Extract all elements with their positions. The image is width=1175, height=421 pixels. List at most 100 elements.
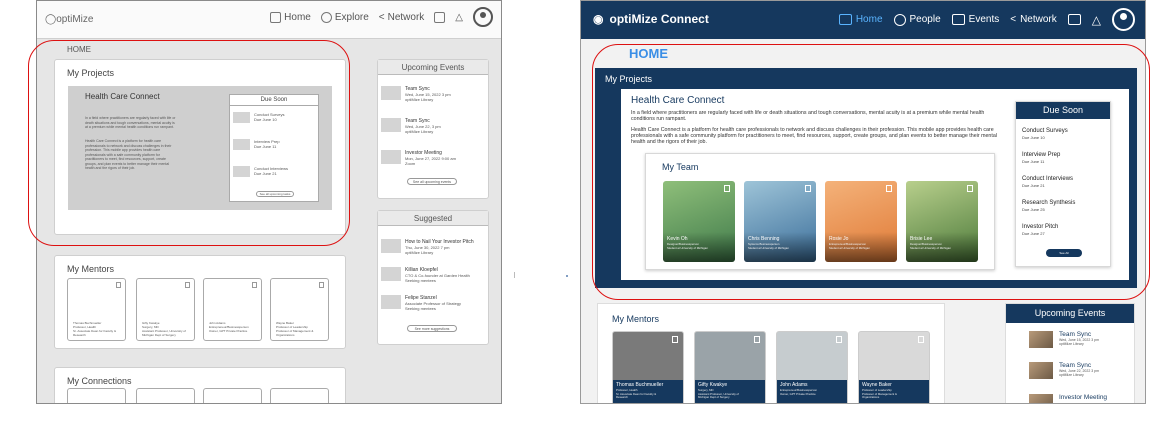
wireframe-my-connections-card: My Connections — [54, 367, 346, 403]
mentor-card[interactable]: Wayne Baker Professor of Leadership Profes… — [270, 278, 329, 341]
suggested-item[interactable]: How to Nail Your Investor Pitch Thu, June… — [381, 239, 474, 255]
member-school: Student at University of Michigan — [910, 245, 951, 250]
bookmark-icon[interactable] — [836, 336, 842, 343]
compass-icon — [320, 11, 332, 23]
see-more-suggestions-button[interactable]: See more suggestions — [407, 325, 457, 332]
event-item[interactable]: Team Sync Wed, June 15, 2022 3 pm optiMize… — [381, 86, 451, 102]
connection-card[interactable] — [136, 388, 195, 403]
due-item[interactable]: Interview Prep Due June 11 — [233, 139, 280, 150]
task-name: Investor Pitch — [1022, 224, 1059, 230]
connection-card[interactable] — [67, 388, 126, 403]
due-soon-panel: Due Soon Conduct Surveys Due June 10 Inte… — [229, 94, 319, 202]
my-mentors-title: My Mentors — [612, 314, 660, 324]
wireframe-my-projects-card: My Projects Health Care Connect In a fie… — [54, 59, 346, 235]
due-item[interactable]: Investor Pitch Due June 27 — [1022, 224, 1058, 236]
profile-avatar-icon[interactable] — [1112, 8, 1135, 31]
team-member-card[interactable]: Brisie Lee Designer/Businessperson Student… — [906, 181, 978, 262]
see-all-button[interactable]: See All — [1046, 249, 1082, 257]
profile-avatar-icon[interactable] — [473, 7, 493, 27]
bookmark-icon[interactable] — [252, 282, 257, 288]
bookmark-icon[interactable] — [185, 282, 190, 288]
team-member-card[interactable]: Chris Benning Systems Businessperson Stude… — [744, 181, 816, 262]
bookmark-icon[interactable] — [805, 185, 811, 192]
project-description-1: In a field where practitioners are regul… — [631, 110, 985, 123]
event-title: Investor Meeting — [1059, 394, 1108, 401]
upcoming-events-title: Upcoming Events — [1006, 304, 1134, 323]
event-item[interactable]: Team Sync Wed, June 22, 2022 3 pm optiMize… — [1029, 362, 1099, 379]
task-due: Due June 10 — [254, 117, 277, 122]
task-name: Research Synthesis — [1022, 200, 1076, 206]
mentor-card[interactable]: Gifty Kwakye Surgery, MD Assistant Profess… — [694, 331, 766, 403]
wireframe-nav-home[interactable]: Home — [270, 11, 311, 23]
due-item[interactable]: Conduct Surveys Due June 10 — [233, 112, 284, 123]
wireframe-logo[interactable]: ◯optiMize — [45, 14, 93, 25]
mentor-role: Michigan Dept of Surgery — [142, 333, 176, 337]
event-item[interactable]: Investor Meeting — [1029, 394, 1108, 403]
due-item[interactable]: Research Synthesis Due June 25 — [1022, 200, 1075, 212]
bookmark-icon[interactable] — [724, 185, 730, 192]
connection-card[interactable] — [203, 388, 262, 403]
bell-icon[interactable]: △ — [1092, 13, 1101, 27]
bookmark-icon[interactable] — [754, 336, 760, 343]
event-thumbnail — [1029, 394, 1053, 403]
event-thumbnail — [381, 118, 401, 132]
wireframe-my-mentors-card: My Mentors Thomas Buchmueller Professor, … — [54, 255, 346, 349]
due-item[interactable]: Conduct Interviews Due June 21 — [1022, 176, 1073, 188]
nav-network[interactable]: < Network — [1010, 14, 1057, 25]
see-all-events-button[interactable]: See all upcoming events — [407, 178, 457, 185]
nav-home[interactable]: Home — [838, 14, 883, 25]
event-location: Zoom — [405, 161, 416, 166]
upcoming-events-section: Upcoming Events Team Sync Wed, June 15, 2… — [1005, 303, 1135, 403]
event-item[interactable]: Team Sync Wed, June 15, 2022 3 pm optiMize… — [1029, 331, 1099, 348]
nav-events[interactable]: Events — [951, 14, 999, 25]
bookmark-icon[interactable] — [116, 282, 121, 288]
mentor-role: Owner, GPT Private Practice — [209, 329, 248, 333]
team-member-card[interactable]: Rosie Jo Entrepreneur/Businessperson Stude… — [825, 181, 897, 262]
event-location: optiMize Library — [1059, 373, 1084, 377]
task-due: Due June 11 — [254, 144, 277, 149]
wireframe-nav-network[interactable]: < Network — [379, 12, 425, 23]
my-team-panel: My Team Kevin Oh Designer/Businessperson S… — [645, 153, 995, 270]
suggested-item[interactable]: Felipe Stanzel Associate Professor of Str… — [381, 295, 461, 311]
see-all-tasks-button[interactable]: See all upcoming tasks — [256, 191, 294, 197]
event-thumbnail — [1029, 362, 1053, 379]
mentor-card[interactable]: John Adams Entrepreneur/Businessperson Own… — [776, 331, 848, 403]
mentor-card[interactable]: Thomas Buchmueller Professor, Health Sr. A… — [67, 278, 126, 341]
chat-icon[interactable] — [1067, 14, 1081, 25]
chat-icon[interactable] — [434, 11, 446, 23]
mentor-card[interactable]: Thomas Buchmueller Professor, Health Sr. A… — [612, 331, 684, 403]
member-school: Student at University of Michigan — [829, 245, 870, 250]
mentor-card[interactable]: Gifty Kwakye Surgery, MD Assistant Profess… — [136, 278, 195, 341]
task-name: Conduct Interviews — [1022, 176, 1074, 182]
event-item[interactable]: Investor Meeting Mon, June 27, 2022 9:00 … — [381, 150, 456, 166]
task-thumbnail — [233, 139, 250, 150]
due-item[interactable]: Conduct Surveys Due June 10 — [1022, 128, 1068, 140]
bookmark-icon[interactable] — [319, 282, 324, 288]
due-item[interactable]: Conduct Interviews Due June 21 — [233, 166, 288, 177]
bookmark-icon[interactable] — [886, 185, 892, 192]
wireframe-nav-explore[interactable]: Explore — [320, 11, 369, 23]
bookmark-icon[interactable] — [967, 185, 973, 192]
connection-card[interactable] — [270, 388, 329, 403]
mentor-card[interactable]: Wayne Baker Professor of Leadership Profes… — [858, 331, 930, 403]
hifi-brand[interactable]: ◉ optiMize Connect — [593, 12, 709, 26]
task-name: Interview Prep — [1022, 152, 1061, 158]
project-card-health-care-connect[interactable]: Health Care Connect In a field where pra… — [621, 89, 1129, 280]
bookmark-icon[interactable] — [918, 336, 924, 343]
event-location: optiMize Library — [1059, 342, 1084, 346]
event-item[interactable]: Team Sync Wed, June 22, 3 pm optiMize Libr… — [381, 118, 441, 134]
project-card-health-care-connect[interactable]: Health Care Connect In a field where pra… — [68, 86, 332, 210]
divider-dot — [566, 275, 568, 277]
nav-people[interactable]: People — [893, 13, 941, 26]
mentor-card[interactable]: John Adams Entrepreneur/Businessperson Own… — [203, 278, 262, 341]
suggested-item[interactable]: Killian Kloepfel CTO & Co-founder at Gard… — [381, 267, 470, 283]
team-member-card[interactable]: Kevin Oh Designer/Businessperson Student a… — [663, 181, 735, 262]
bell-icon[interactable]: △ — [455, 12, 463, 23]
project-title: Health Care Connect — [631, 95, 725, 106]
bookmark-icon[interactable] — [672, 336, 678, 343]
event-thumbnail — [381, 150, 401, 164]
globe-icon: ◉ — [593, 12, 604, 26]
due-item[interactable]: Interview Prep Due June 11 — [1022, 152, 1060, 164]
share-icon: < — [378, 11, 385, 23]
my-mentors-title: My Mentors — [67, 264, 115, 274]
